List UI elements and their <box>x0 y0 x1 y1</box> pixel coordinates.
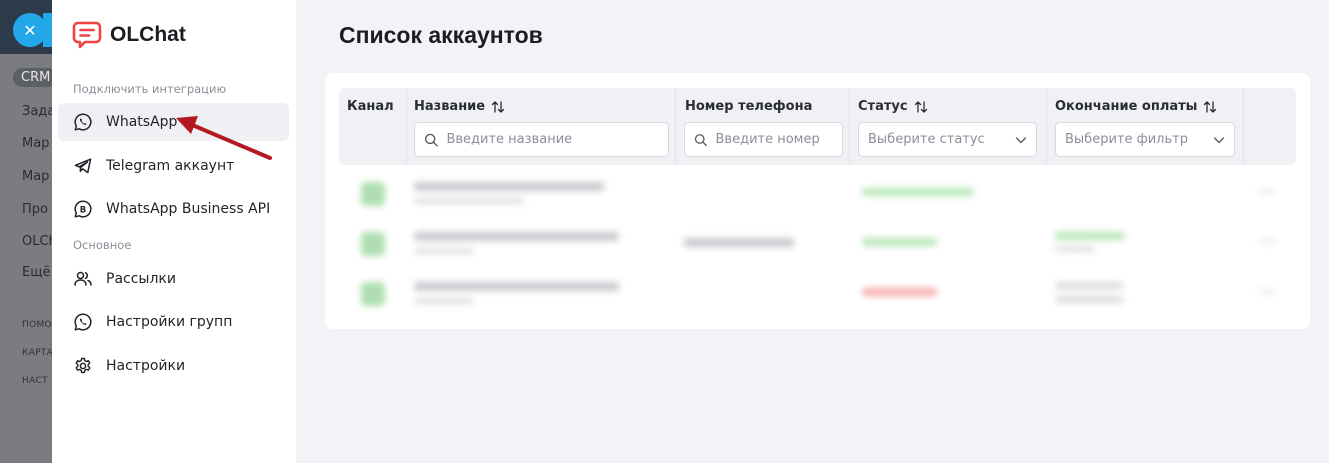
section-label-integration: Подключить интеграцию <box>73 82 227 96</box>
crm-menu-item[interactable]: OLCh <box>22 234 52 249</box>
sidebar-item-label: WhatsApp <box>106 114 178 130</box>
search-icon <box>694 133 707 146</box>
sidebar-item-label: Настройки групп <box>106 314 233 330</box>
crm-menu-item[interactable]: Мар <box>22 136 49 151</box>
crm-menu-item[interactable]: Зада <box>22 104 52 119</box>
column-header-label: Статус <box>858 99 908 114</box>
crm-menu-item[interactable]: Ещё <box>22 265 50 280</box>
column-header-channel: Канал <box>347 99 394 114</box>
column-header-label: Канал <box>347 99 394 114</box>
search-icon <box>424 133 438 147</box>
gear-icon <box>75 357 91 374</box>
sort-icon[interactable] <box>1203 100 1217 114</box>
table-row[interactable] <box>339 270 1296 320</box>
accounts-table-card: Канал Название Номер телефона Статус Око… <box>325 73 1310 329</box>
column-header-label: Окончание оплаты <box>1055 99 1198 114</box>
logo-chat-icon <box>72 21 102 49</box>
users-icon <box>74 271 92 286</box>
table-header: Канал Название Номер телефона Статус Око… <box>339 88 1296 165</box>
sidebar: OLChat Подключить интеграцию WhatsApp Te… <box>52 0 296 463</box>
section-label-main: Основное <box>73 238 132 252</box>
sort-icon[interactable] <box>914 100 928 114</box>
sidebar-item-label: Рассылки <box>106 271 176 287</box>
status-filter-select[interactable]: Выберите статус <box>858 122 1037 157</box>
logo-text: OLChat <box>110 23 186 46</box>
whatsapp-icon <box>74 113 92 131</box>
name-filter-input[interactable] <box>414 122 669 157</box>
close-icon: ✕ <box>23 20 37 40</box>
column-header-name[interactable]: Название <box>414 99 505 114</box>
payment-filter-placeholder: Выберите фильтр <box>1065 132 1188 147</box>
telegram-icon <box>74 158 92 174</box>
crm-menu-item[interactable]: Мар <box>22 169 49 184</box>
phone-filter-input[interactable] <box>684 122 843 157</box>
column-header-label: Название <box>414 99 486 114</box>
column-header-label: Номер телефона <box>685 99 813 114</box>
column-header-phone: Номер телефона <box>685 99 812 114</box>
table-row[interactable] <box>339 220 1296 270</box>
column-header-payment-end[interactable]: Окончание оплаты <box>1055 99 1217 114</box>
sidebar-item-mailings[interactable]: Рассылки <box>58 260 289 298</box>
sidebar-item-group-settings[interactable]: Настройки групп <box>58 303 289 341</box>
name-search-field[interactable] <box>446 132 659 147</box>
crm-menu-item[interactable]: Про <box>22 202 48 217</box>
sort-icon[interactable] <box>491 100 505 114</box>
close-panel-button[interactable]: ✕ <box>13 13 52 47</box>
payment-filter-select[interactable]: Выберите фильтр <box>1055 122 1235 157</box>
svg-text:B: B <box>80 205 86 215</box>
table-row[interactable] <box>339 170 1296 220</box>
blurred-table-rows <box>339 168 1296 326</box>
sidebar-item-settings[interactable]: Настройки <box>58 347 289 385</box>
annotation-arrow-icon <box>176 116 272 160</box>
sidebar-item-label: WhatsApp Business API <box>106 201 271 217</box>
column-header-status[interactable]: Статус <box>858 99 928 114</box>
logo[interactable]: OLChat <box>72 20 186 50</box>
chevron-down-icon <box>1015 136 1027 143</box>
chevron-down-icon <box>1213 136 1225 143</box>
crm-footer-item[interactable]: НАСТ <box>22 376 48 386</box>
crm-menu-item[interactable]: CRM <box>13 68 52 87</box>
crm-background: ✕ CRM Зада Мар Мар Про OLCh Ещё ПОМО КАР… <box>0 0 52 463</box>
whatsapp-icon <box>74 313 92 331</box>
phone-search-field[interactable] <box>715 132 833 147</box>
sidebar-item-label: Настройки <box>106 358 186 374</box>
sidebar-item-whatsapp-business-api[interactable]: B WhatsApp Business API <box>58 190 289 228</box>
status-filter-placeholder: Выберите статус <box>868 132 985 147</box>
crm-footer-item[interactable]: ПОМО <box>22 320 52 330</box>
page-title: Список аккаунтов <box>339 22 543 48</box>
crm-footer-item[interactable]: КАРТА <box>22 348 52 358</box>
whatsapp-business-icon: B <box>74 200 92 218</box>
